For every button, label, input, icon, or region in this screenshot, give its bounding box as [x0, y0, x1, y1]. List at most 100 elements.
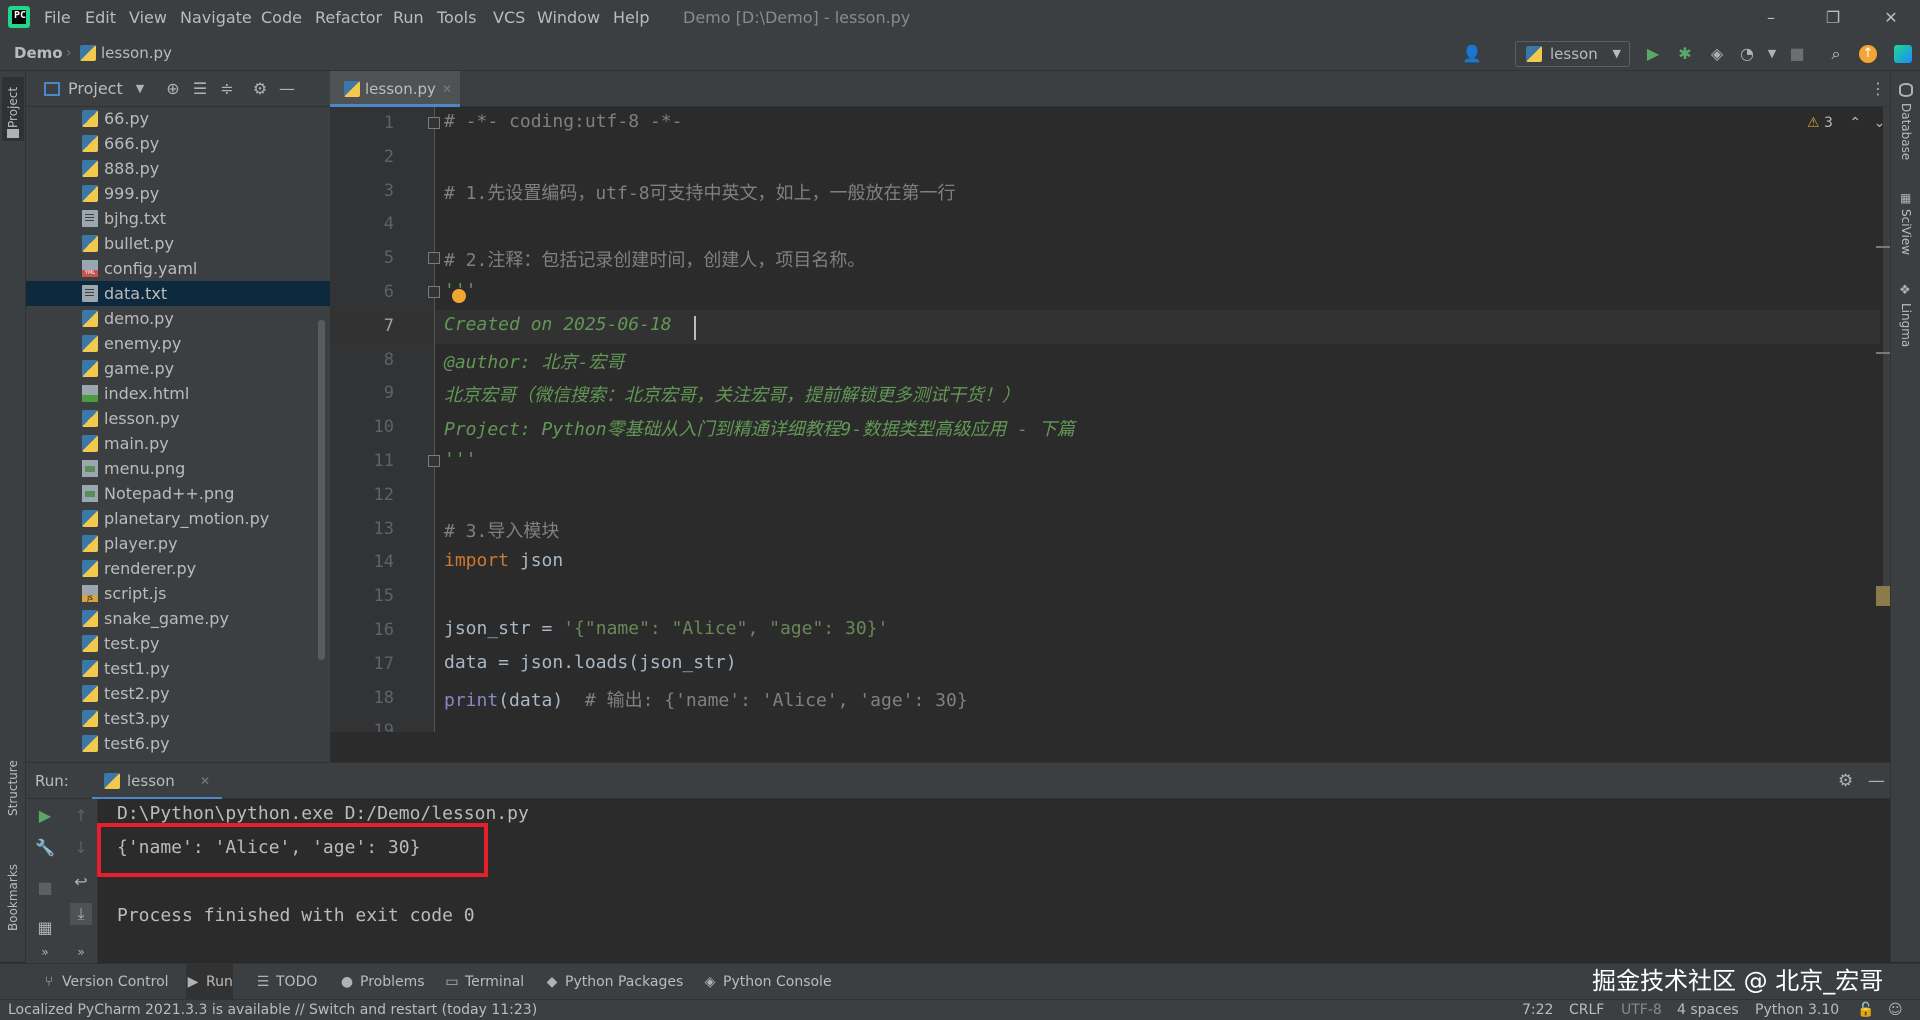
locate-icon[interactable]: ⊕ — [163, 79, 183, 99]
menu-run[interactable]: Run — [393, 0, 424, 36]
search-icon[interactable]: ⌕ — [1826, 44, 1846, 64]
file-tree-item[interactable]: player.py — [26, 531, 330, 556]
scroll-down-icon[interactable]: ↓ — [70, 837, 92, 859]
bookmarks-tool-label[interactable]: Bookmarks — [6, 864, 20, 931]
scroll-to-end-icon[interactable]: ⤓ — [70, 903, 92, 925]
python-interpreter[interactable]: Python 3.10 — [1755, 1000, 1839, 1020]
tool-tab-terminal[interactable]: ▭ Terminal — [445, 964, 524, 1000]
file-tree-item[interactable]: config.yaml — [26, 256, 330, 281]
close-tab-icon[interactable]: ✕ — [442, 71, 452, 107]
ai-assistant-icon[interactable] — [1894, 45, 1912, 63]
file-tree-item[interactable]: test3.py — [26, 706, 330, 731]
tool-tab-version-control[interactable]: ⑂ Version Control — [42, 964, 169, 1000]
menu-vcs[interactable]: VCS — [493, 0, 525, 36]
debug-icon[interactable]: ✱ — [1675, 44, 1695, 64]
user-icon[interactable]: 👤 — [1462, 44, 1482, 64]
close-button[interactable]: ✕ — [1868, 0, 1914, 36]
gear-icon[interactable]: ⚙ — [250, 79, 270, 99]
previous-highlight-icon[interactable]: ⌃ — [1849, 115, 1861, 131]
file-encoding[interactable]: UTF-8 — [1621, 1000, 1662, 1020]
minimize-button[interactable]: – — [1748, 0, 1794, 36]
lock-icon[interactable]: 🔓 — [1857, 1000, 1874, 1020]
run-tab-lesson[interactable]: lesson ✕ — [92, 763, 222, 800]
update-icon[interactable]: ↑ — [1859, 45, 1877, 63]
file-tree-item[interactable]: test6.py — [26, 731, 330, 756]
menu-edit[interactable]: Edit — [85, 0, 116, 36]
file-tree-item[interactable]: lesson.py — [26, 406, 330, 431]
profile-icon[interactable]: ◔ — [1737, 44, 1757, 64]
menu-window[interactable]: Window — [537, 0, 600, 36]
status-message[interactable]: Localized PyCharm 2021.3.3 is available … — [8, 1000, 537, 1020]
file-tree-item[interactable]: renderer.py — [26, 556, 330, 581]
fold-marker-icon[interactable] — [428, 455, 440, 467]
project-scrollbar[interactable] — [318, 320, 325, 660]
file-tree-item[interactable]: 666.py — [26, 131, 330, 156]
file-tree-item[interactable]: game.py — [26, 356, 330, 381]
sciview-tool-label[interactable]: SciView — [1899, 209, 1913, 255]
file-tree-item[interactable]: test1.py — [26, 656, 330, 681]
file-tree-item[interactable]: snake_game.py — [26, 606, 330, 631]
menu-help[interactable]: Help — [613, 0, 649, 36]
breadcrumb-file[interactable]: lesson.py — [101, 36, 172, 71]
soft-wrap-icon[interactable]: ↩ — [70, 871, 92, 893]
file-tree-item[interactable]: script.js — [26, 581, 330, 606]
caret-position[interactable]: 7:22 — [1522, 1000, 1553, 1020]
menu-navigate[interactable]: Navigate — [180, 0, 252, 36]
warning-indicator[interactable]: ⚠ 3 ⌃ ⌄ — [1807, 115, 1885, 131]
file-tree-item[interactable]: menu.png — [26, 456, 330, 481]
more-run-options-icon[interactable]: ▼ — [1762, 44, 1782, 64]
tool-tab-python-console[interactable]: ◈ Python Console — [703, 964, 832, 1000]
structure-tool-label[interactable]: Structure — [6, 760, 20, 816]
menu-code[interactable]: Code — [261, 0, 302, 36]
file-tree-item[interactable]: index.html — [26, 381, 330, 406]
breadcrumb-project[interactable]: Demo — [14, 36, 63, 71]
gear-icon[interactable]: ⚙ — [1838, 763, 1853, 800]
rerun-icon[interactable]: ▶ — [34, 805, 56, 827]
file-tree-item[interactable]: 888.py — [26, 156, 330, 181]
event-log-icon[interactable]: ☺ — [1888, 1000, 1903, 1020]
run-icon[interactable]: ▶ — [1643, 44, 1663, 64]
file-tree-item[interactable]: bullet.py — [26, 231, 330, 256]
menu-file[interactable]: File — [44, 0, 71, 36]
hide-panel-icon[interactable]: — — [277, 79, 297, 99]
file-tree-item[interactable]: 66.py — [26, 106, 330, 131]
run-configuration-select[interactable]: lesson ▼ — [1515, 41, 1630, 67]
coverage-icon[interactable]: ◈ — [1707, 44, 1727, 64]
expand-all-icon[interactable]: ☰ — [190, 79, 210, 99]
file-tree-item[interactable]: data.txt — [26, 281, 330, 306]
more-tabs-icon[interactable]: ⋮ — [1870, 71, 1886, 107]
wrench-icon[interactable]: 🔧 — [34, 837, 56, 859]
tool-tab-todo[interactable]: ☰ TODO — [256, 964, 318, 1000]
tool-tab-problems[interactable]: ● Problems — [340, 964, 425, 1000]
line-separator[interactable]: CRLF — [1569, 1000, 1604, 1020]
database-tool-label[interactable]: Database — [1899, 103, 1913, 160]
file-tree-item[interactable]: planetary_motion.py — [26, 506, 330, 531]
chevron-down-icon[interactable]: ▼ — [130, 79, 150, 99]
indent-setting[interactable]: 4 spaces — [1677, 1000, 1739, 1020]
menu-tools[interactable]: Tools — [437, 0, 476, 36]
close-tab-icon[interactable]: ✕ — [200, 763, 210, 800]
file-tree-item[interactable]: main.py — [26, 431, 330, 456]
menu-view[interactable]: View — [129, 0, 167, 36]
restore-button[interactable]: ❐ — [1810, 0, 1856, 36]
more-icon[interactable]: » — [34, 941, 56, 963]
menu-refactor[interactable]: Refactor — [315, 0, 382, 36]
fold-marker-icon[interactable] — [428, 252, 440, 264]
tool-tab-python-packages[interactable]: ◆ Python Packages — [545, 964, 684, 1000]
project-panel-title[interactable]: Project — [68, 71, 123, 107]
file-tree-item[interactable]: enemy.py — [26, 331, 330, 356]
file-tree-item[interactable]: bjhg.txt — [26, 206, 330, 231]
fold-marker-icon[interactable] — [428, 286, 440, 298]
hide-panel-icon[interactable]: — — [1868, 763, 1885, 800]
scroll-up-icon[interactable]: ↑ — [70, 805, 92, 827]
collapse-all-icon[interactable]: ≑ — [217, 79, 237, 99]
project-tool-label[interactable]: Project — [6, 87, 20, 128]
tool-tab-run[interactable]: ▶ Run — [186, 964, 233, 1000]
stop-icon[interactable]: ■ — [34, 877, 56, 899]
lingma-tool-label[interactable]: Lingma — [1899, 303, 1913, 347]
layout-icon[interactable]: ▦ — [34, 917, 56, 939]
lightbulb-icon[interactable] — [452, 289, 466, 303]
fold-marker-icon[interactable] — [428, 117, 440, 129]
file-tree-item[interactable]: demo.py — [26, 306, 330, 331]
file-tree-item[interactable]: Notepad++.png — [26, 481, 330, 506]
